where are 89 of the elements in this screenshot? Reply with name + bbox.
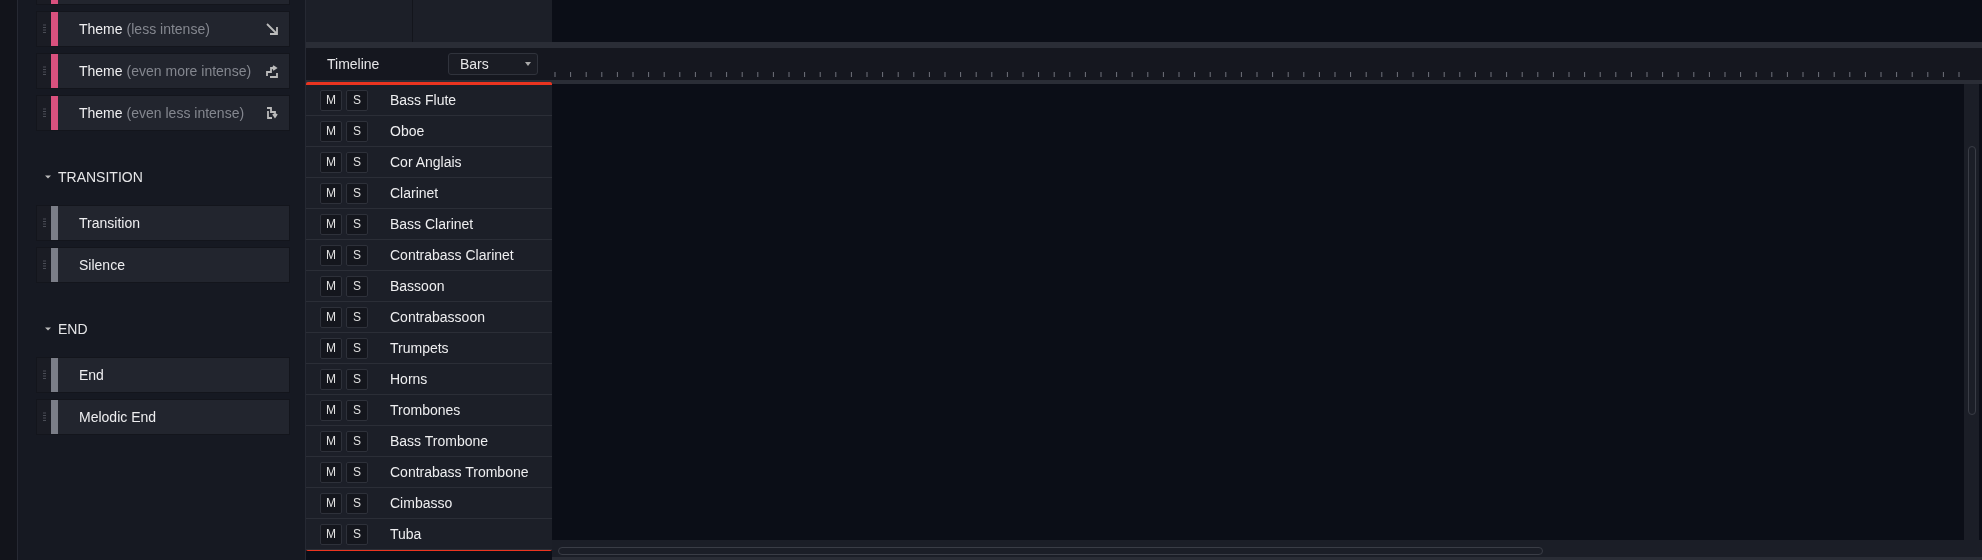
mute-button[interactable]: M — [320, 244, 342, 266]
mute-button[interactable]: M — [320, 399, 342, 421]
track-row[interactable]: M S Oboe — [306, 116, 552, 147]
solo-button[interactable]: S — [346, 213, 368, 235]
disclosure-triangle-icon[interactable] — [45, 326, 51, 332]
solo-button[interactable]: S — [346, 120, 368, 142]
track-row[interactable]: M S Horns — [306, 364, 552, 395]
solo-button[interactable]: S — [346, 461, 368, 483]
card-note: (even more intense) — [126, 63, 252, 79]
section-heading[interactable]: TRANSITION — [58, 169, 143, 185]
caret-icon — [525, 62, 531, 66]
card-title: Transition — [79, 215, 140, 231]
card-title: Melodic End — [79, 409, 157, 425]
track-name: Bass Flute — [390, 92, 457, 108]
solo-button[interactable]: S — [346, 368, 368, 390]
card-title: Theme — [79, 105, 123, 121]
track-name: Oboe — [390, 123, 425, 139]
palette-card[interactable]: Theme (less intense) — [36, 11, 290, 47]
mute-button[interactable]: M — [320, 213, 342, 235]
mute-button[interactable]: M — [320, 430, 342, 452]
mute-button[interactable]: M — [320, 182, 342, 204]
palette-card[interactable]: Silence — [36, 247, 290, 283]
stepped-arrows-icon — [265, 64, 279, 78]
track-name: Trombones — [390, 402, 461, 418]
track-row[interactable]: M S Bass Trombone — [306, 426, 552, 457]
solo-button[interactable]: S — [346, 89, 368, 111]
track-row[interactable]: M S Cor Anglais — [306, 147, 552, 178]
diagonal-arrow-icon — [265, 22, 279, 36]
mute-button[interactable]: M — [320, 337, 342, 359]
solo-button[interactable]: S — [346, 182, 368, 204]
track-row[interactable]: M S Bassoon — [306, 271, 552, 302]
stepped-arrows-icon — [265, 106, 279, 120]
card-title: Silence — [79, 257, 125, 273]
track-row[interactable]: M S Bass Clarinet — [306, 209, 552, 240]
track-name: Bass Clarinet — [390, 216, 474, 232]
track-row[interactable]: M S Contrabass Clarinet — [306, 240, 552, 271]
track-name: Bass Trombone — [390, 433, 489, 449]
mute-button[interactable]: M — [320, 492, 342, 514]
track-name: Contrabass Clarinet — [390, 247, 514, 263]
track-name: Contrabassoon — [390, 309, 485, 325]
horizontal-scrollbar[interactable] — [552, 540, 1982, 560]
mute-button[interactable]: M — [320, 89, 342, 111]
track-row[interactable]: M S Bass Flute — [306, 85, 552, 116]
track-name: Horns — [390, 371, 428, 387]
timeline-label: Timeline — [327, 56, 381, 72]
mute-button[interactable]: M — [320, 368, 342, 390]
solo-button[interactable]: S — [346, 244, 368, 266]
track-row[interactable]: M S Contrabass Trombone — [306, 457, 552, 488]
track-name: Cor Anglais — [390, 154, 462, 170]
section-heading[interactable]: END — [58, 321, 88, 337]
card-title: Theme — [79, 63, 123, 79]
palette-card[interactable]: Theme (even more intense) — [36, 53, 290, 89]
track-row[interactable]: M S Tuba — [306, 519, 552, 550]
track-name: Trumpets — [390, 340, 449, 356]
solo-button[interactable]: S — [346, 306, 368, 328]
solo-button[interactable]: S — [346, 430, 368, 452]
card-note: (even less intense) — [126, 105, 245, 121]
palette-card[interactable]: End — [36, 357, 290, 393]
solo-button[interactable]: S — [346, 523, 368, 545]
track-name: Cimbasso — [390, 495, 453, 511]
vertical-scrollbar[interactable] — [1964, 84, 1982, 540]
disclosure-triangle-icon[interactable] — [45, 174, 51, 180]
solo-button[interactable]: S — [346, 399, 368, 421]
track-row[interactable]: M S Clarinet — [306, 178, 552, 209]
mute-button[interactable]: M — [320, 306, 342, 328]
track-row[interactable]: M S Trumpets — [306, 333, 552, 364]
palette-card[interactable]: Transition — [36, 205, 290, 241]
track-name: Tuba — [390, 526, 422, 542]
track-name: Contrabass Trombone — [390, 464, 529, 480]
mute-button[interactable]: M — [320, 523, 342, 545]
solo-button[interactable]: S — [346, 151, 368, 173]
track-row[interactable]: M S Contrabassoon — [306, 302, 552, 333]
solo-button[interactable]: S — [346, 492, 368, 514]
mute-button[interactable]: M — [320, 120, 342, 142]
palette-card[interactable]: Melodic End — [36, 399, 290, 435]
mute-button[interactable]: M — [320, 151, 342, 173]
solo-button[interactable]: S — [346, 275, 368, 297]
card-note: (less intense) — [126, 21, 210, 37]
track-name: Bassoon — [390, 278, 445, 294]
units-dropdown[interactable]: Bars — [448, 53, 538, 75]
card-title: Theme — [79, 21, 123, 37]
palette-card[interactable]: Theme (even less intense) — [36, 95, 290, 131]
mute-button[interactable]: M — [320, 275, 342, 297]
track-name: Clarinet — [390, 185, 439, 201]
mute-button[interactable]: M — [320, 461, 342, 483]
track-row[interactable]: M S Cimbasso — [306, 488, 552, 519]
card-title: End — [79, 367, 104, 383]
solo-button[interactable]: S — [346, 337, 368, 359]
track-row[interactable]: M S Trombones — [306, 395, 552, 426]
